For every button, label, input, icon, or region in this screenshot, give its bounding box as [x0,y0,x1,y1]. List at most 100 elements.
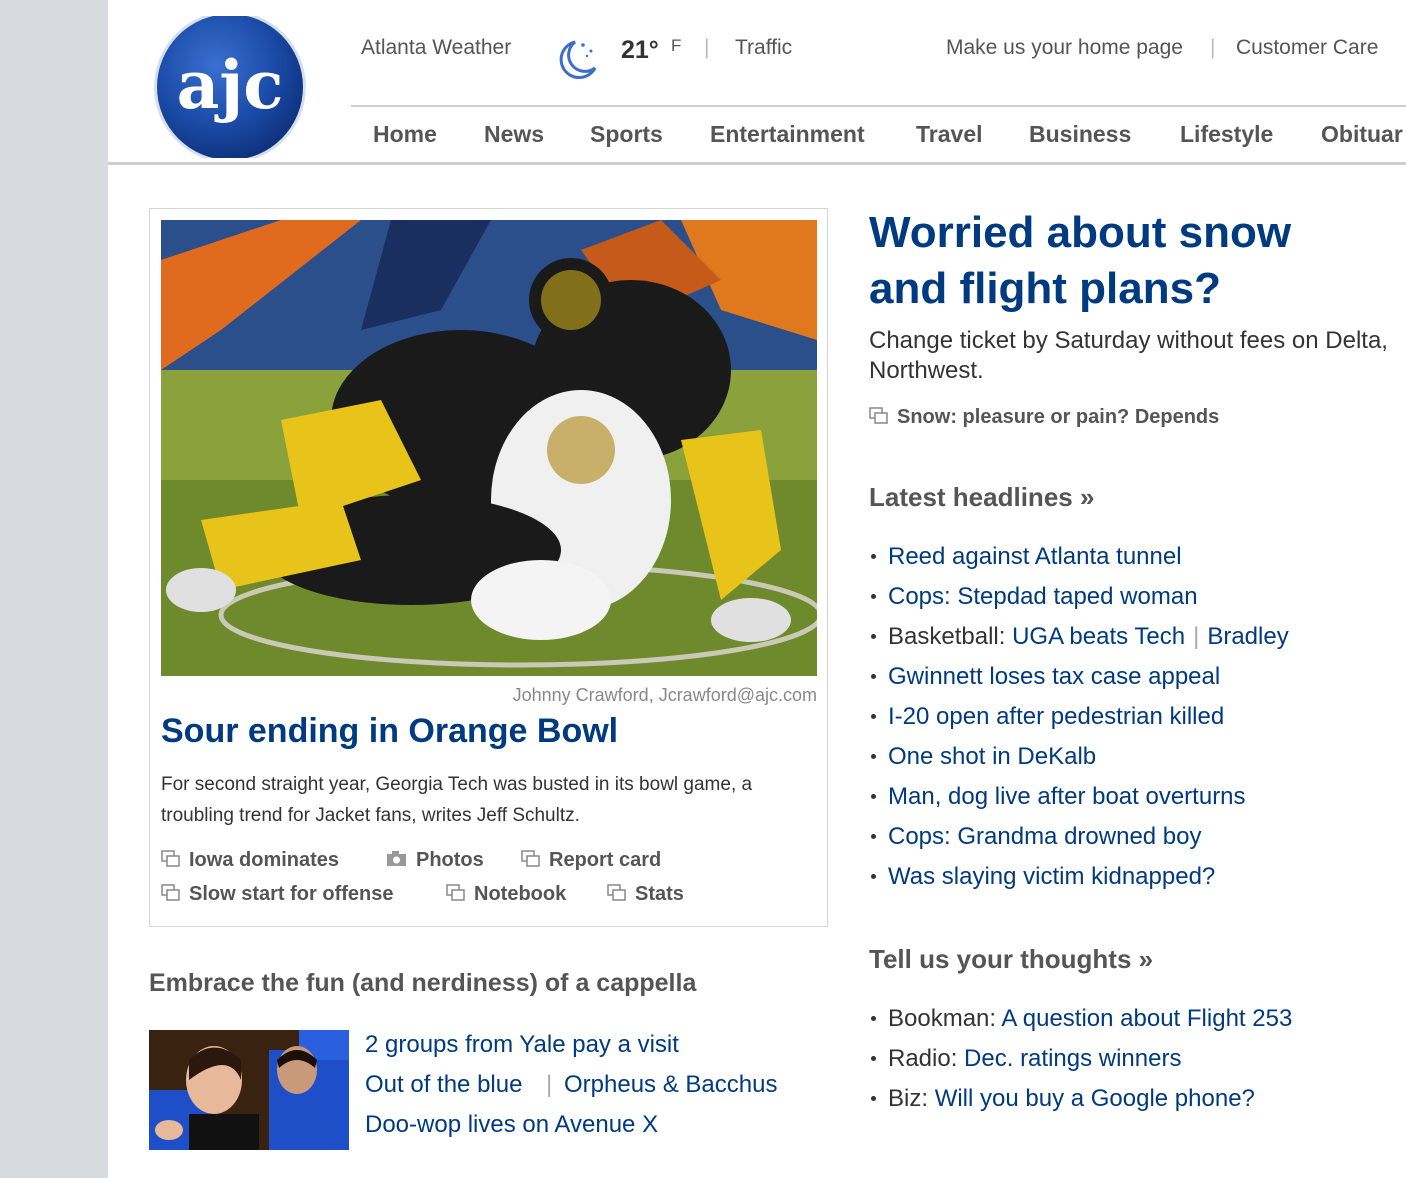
make-homepage-link[interactable]: Make us your home page [946,36,1183,60]
story-headline[interactable]: Sour ending in Orange Bowl [161,712,618,751]
bullet [871,874,876,879]
headline-link[interactable]: UGA beats Tech [1012,623,1185,650]
traffic-link[interactable]: Traffic [735,36,792,60]
moon-night-icon [559,40,597,79]
camera-icon [387,851,406,866]
acappella-link-orpheus[interactable]: Orpheus & Bacchus [564,1071,777,1099]
headline-link[interactable]: Was slaying victim kidnapped? [888,863,1215,890]
promo-summary: Change ticket by Saturday without fees o… [869,327,1388,384]
top-story: Johnny Crawford, Jcrawford@ajc.com Sour … [149,208,828,927]
related-link-stats[interactable]: Stats [607,883,684,906]
related-link-photos[interactable]: Photos [386,849,484,872]
ajc-logo[interactable]: ajc [152,16,308,158]
nav-business[interactable]: Business [1029,121,1131,148]
related-label: Iowa dominates [189,849,340,871]
related-label: Report card [549,849,662,871]
acappella-link-yale[interactable]: 2 groups from Yale pay a visit [365,1031,679,1059]
divider: | [704,36,710,59]
weather-link[interactable]: Atlanta Weather [361,36,511,60]
headline-link[interactable]: Cops: Stepdad taped woman [888,583,1198,610]
bullet [871,1096,876,1101]
top-utility-bar: Atlanta Weather 21° F | Traffic Make us … [361,36,1406,79]
headline-item: Was slaying victim kidnapped? [869,863,1215,891]
nav-sports[interactable]: Sports [590,121,663,148]
main-nav: Home News Sports Entertainment Travel Bu… [351,110,1406,162]
bullet [871,554,876,559]
photo-credit: Johnny Crawford, Jcrawford@ajc.com [512,685,817,705]
headline-link[interactable]: Cops: Grandma drowned boy [888,823,1202,850]
article-icon [521,850,540,867]
headline-item: Reed against Atlanta tunnel [869,543,1182,571]
related-label: Stats [635,883,684,905]
headline-link[interactable]: One shot in DeKalb [888,743,1096,770]
left-gutter [0,0,108,1178]
page: ajc Atlanta Weather 21° F | Traffic Make… [108,0,1406,1178]
promo-related-link[interactable]: Snow: pleasure or pain? Depends [869,406,1219,429]
headline-link[interactable]: I-20 open after pedestrian killed [888,703,1224,730]
headline-item: Cops: Stepdad taped woman [869,583,1198,611]
article-icon [607,884,626,901]
headline-prefix: Basketball: [888,623,1013,650]
bullet [871,1016,876,1021]
bullet [871,754,876,759]
related-link-notebook[interactable]: Notebook [446,883,566,906]
customer-care-link[interactable]: Customer Care [1236,36,1378,60]
opinion-link[interactable]: A question about Flight 253 [1001,1005,1292,1032]
headline-item: One shot in DeKalb [869,743,1096,771]
divider: | [1193,623,1200,650]
promo-related-label: Snow: pleasure or pain? Depends [897,406,1220,428]
acappella-link-doo-wop[interactable]: Doo-wop lives on Avenue X [365,1111,658,1139]
divider: | [546,1071,553,1098]
headline-item: Cops: Grandma drowned boy [869,823,1202,851]
headline-item: Gwinnett loses tax case appeal [869,663,1220,691]
logo-text: ajc [177,46,284,124]
bullet [871,594,876,599]
nav-obituaries[interactable]: Obituar [1321,121,1403,148]
related-label: Slow start for offense [189,883,394,905]
article-icon [869,407,888,424]
thoughts-heading[interactable]: Tell us your thoughts » [869,944,1153,975]
nav-news[interactable]: News [484,121,544,148]
headline-item: Basketball: UGA beats Tech | Bradley [869,623,1289,651]
bullet [871,794,876,799]
opinion-prefix: Bookman: [888,1005,1002,1032]
opinion-item: Biz: Will you buy a Google phone? [869,1085,1255,1113]
article-icon [446,884,465,901]
temperature-unit: F [671,36,682,55]
acappella-heading[interactable]: Embrace the fun (and nerdiness) of a cap… [149,969,696,998]
related-link-report-card[interactable]: Report card [521,849,661,872]
promo-headline[interactable]: Worried about snow and flight plans? [869,205,1369,317]
nav-lifestyle[interactable]: Lifestyle [1180,121,1273,148]
temperature: 21° [621,36,659,64]
nav-entertainment[interactable]: Entertainment [710,121,865,148]
nav-bottom-border [108,162,1406,165]
story-summary: For second straight year, Georgia Tech w… [161,774,753,826]
opinion-link[interactable]: Will you buy a Google phone? [935,1085,1255,1112]
acappella-link-out-of-the-blue[interactable]: Out of the blue [365,1071,522,1099]
bullet [871,634,876,639]
nav-travel[interactable]: Travel [916,121,983,148]
headline-link[interactable]: Gwinnett loses tax case appeal [888,663,1220,690]
headline-link[interactable]: Reed against Atlanta tunnel [888,543,1182,570]
divider: | [1210,36,1216,59]
opinion-item: Radio: Dec. ratings winners [869,1045,1181,1073]
latest-headlines-heading[interactable]: Latest headlines » [869,482,1094,513]
related-link-iowa[interactable]: Iowa dominates [161,849,339,872]
related-label: Notebook [474,883,567,905]
opinion-prefix: Radio: [888,1045,965,1072]
headline-link[interactable]: Man, dog live after boat overturns [888,783,1246,810]
related-label: Photos [416,849,484,871]
related-link-slow-start[interactable]: Slow start for offense [161,883,393,906]
acappella-photo[interactable] [149,1030,349,1150]
opinion-link[interactable]: Dec. ratings winners [964,1045,1181,1072]
bullet [871,714,876,719]
football-photo[interactable] [161,220,817,676]
article-icon [161,884,180,901]
headline-link[interactable]: Bradley [1207,623,1288,650]
nav-home[interactable]: Home [373,121,437,148]
bullet [871,674,876,679]
bullet [871,834,876,839]
opinion-item: Bookman: A question about Flight 253 [869,1005,1292,1033]
article-icon [161,850,180,867]
headline-item: I-20 open after pedestrian killed [869,703,1224,731]
